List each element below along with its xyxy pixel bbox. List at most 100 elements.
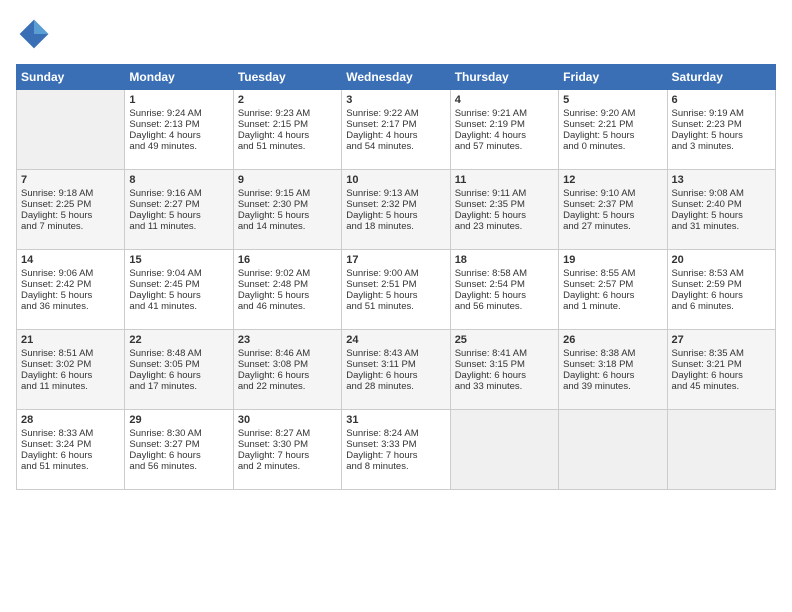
header-monday: Monday	[125, 65, 233, 90]
day-info: Sunset: 3:08 PM	[238, 359, 337, 370]
day-info: Sunrise: 8:30 AM	[129, 428, 228, 439]
day-info: Daylight: 7 hours	[346, 450, 445, 461]
day-info: Sunset: 2:15 PM	[238, 119, 337, 130]
day-number: 21	[21, 334, 120, 346]
day-info: Sunset: 2:35 PM	[455, 199, 554, 210]
calendar-cell: 7Sunrise: 9:18 AMSunset: 2:25 PMDaylight…	[17, 170, 125, 250]
calendar-cell: 19Sunrise: 8:55 AMSunset: 2:57 PMDayligh…	[559, 250, 667, 330]
day-info: and 51 minutes.	[346, 301, 445, 312]
calendar-cell: 24Sunrise: 8:43 AMSunset: 3:11 PMDayligh…	[342, 330, 450, 410]
day-info: Sunrise: 9:23 AM	[238, 108, 337, 119]
day-number: 23	[238, 334, 337, 346]
day-info: Daylight: 4 hours	[346, 130, 445, 141]
day-info: Sunset: 3:27 PM	[129, 439, 228, 450]
day-info: and 54 minutes.	[346, 141, 445, 152]
day-number: 29	[129, 414, 228, 426]
day-info: Daylight: 6 hours	[672, 290, 771, 301]
day-info: and 27 minutes.	[563, 221, 662, 232]
day-info: Daylight: 6 hours	[238, 370, 337, 381]
day-info: and 57 minutes.	[455, 141, 554, 152]
day-info: and 22 minutes.	[238, 381, 337, 392]
day-number: 11	[455, 174, 554, 186]
day-info: Sunset: 3:05 PM	[129, 359, 228, 370]
day-info: Sunrise: 8:24 AM	[346, 428, 445, 439]
day-number: 17	[346, 254, 445, 266]
page-header	[16, 16, 776, 52]
calendar-cell: 2Sunrise: 9:23 AMSunset: 2:15 PMDaylight…	[233, 90, 341, 170]
day-info: Sunrise: 9:10 AM	[563, 188, 662, 199]
day-info: and 18 minutes.	[346, 221, 445, 232]
calendar-header-row: SundayMondayTuesdayWednesdayThursdayFrid…	[17, 65, 776, 90]
day-info: Sunrise: 8:46 AM	[238, 348, 337, 359]
calendar-cell: 18Sunrise: 8:58 AMSunset: 2:54 PMDayligh…	[450, 250, 558, 330]
day-number: 6	[672, 94, 771, 106]
day-number: 10	[346, 174, 445, 186]
day-info: Daylight: 6 hours	[672, 370, 771, 381]
day-info: and 7 minutes.	[21, 221, 120, 232]
day-info: Sunset: 2:17 PM	[346, 119, 445, 130]
day-info: Daylight: 6 hours	[563, 370, 662, 381]
day-info: Sunset: 3:30 PM	[238, 439, 337, 450]
day-info: Daylight: 6 hours	[129, 450, 228, 461]
day-info: Sunset: 2:37 PM	[563, 199, 662, 210]
day-info: and 17 minutes.	[129, 381, 228, 392]
day-info: Sunset: 2:45 PM	[129, 279, 228, 290]
day-number: 24	[346, 334, 445, 346]
day-info: and 23 minutes.	[455, 221, 554, 232]
day-info: Sunset: 2:21 PM	[563, 119, 662, 130]
day-info: Sunset: 3:33 PM	[346, 439, 445, 450]
day-info: Sunrise: 9:13 AM	[346, 188, 445, 199]
day-info: Sunrise: 8:48 AM	[129, 348, 228, 359]
day-info: Daylight: 6 hours	[21, 450, 120, 461]
day-number: 19	[563, 254, 662, 266]
day-info: and 28 minutes.	[346, 381, 445, 392]
day-info: Sunset: 2:59 PM	[672, 279, 771, 290]
calendar-week-row: 28Sunrise: 8:33 AMSunset: 3:24 PMDayligh…	[17, 410, 776, 490]
calendar-cell: 15Sunrise: 9:04 AMSunset: 2:45 PMDayligh…	[125, 250, 233, 330]
day-info: Daylight: 5 hours	[238, 210, 337, 221]
day-number: 18	[455, 254, 554, 266]
calendar-cell: 5Sunrise: 9:20 AMSunset: 2:21 PMDaylight…	[559, 90, 667, 170]
day-info: Daylight: 6 hours	[21, 370, 120, 381]
day-info: Daylight: 4 hours	[129, 130, 228, 141]
calendar-cell: 4Sunrise: 9:21 AMSunset: 2:19 PMDaylight…	[450, 90, 558, 170]
calendar-cell: 1Sunrise: 9:24 AMSunset: 2:13 PMDaylight…	[125, 90, 233, 170]
day-info: Daylight: 5 hours	[129, 210, 228, 221]
day-info: and 1 minute.	[563, 301, 662, 312]
day-number: 9	[238, 174, 337, 186]
day-number: 14	[21, 254, 120, 266]
calendar-cell: 6Sunrise: 9:19 AMSunset: 2:23 PMDaylight…	[667, 90, 775, 170]
day-info: Sunrise: 8:51 AM	[21, 348, 120, 359]
day-info: Sunset: 2:57 PM	[563, 279, 662, 290]
day-info: Sunrise: 8:43 AM	[346, 348, 445, 359]
day-info: Sunrise: 9:11 AM	[455, 188, 554, 199]
day-info: Sunrise: 9:15 AM	[238, 188, 337, 199]
calendar-week-row: 7Sunrise: 9:18 AMSunset: 2:25 PMDaylight…	[17, 170, 776, 250]
day-info: Sunset: 3:24 PM	[21, 439, 120, 450]
day-info: and 2 minutes.	[238, 461, 337, 472]
calendar-cell: 27Sunrise: 8:35 AMSunset: 3:21 PMDayligh…	[667, 330, 775, 410]
logo-icon	[16, 16, 52, 52]
day-info: Daylight: 7 hours	[238, 450, 337, 461]
calendar-cell	[450, 410, 558, 490]
day-number: 28	[21, 414, 120, 426]
day-info: and 11 minutes.	[21, 381, 120, 392]
calendar-cell: 12Sunrise: 9:10 AMSunset: 2:37 PMDayligh…	[559, 170, 667, 250]
day-info: Sunset: 3:02 PM	[21, 359, 120, 370]
day-number: 3	[346, 94, 445, 106]
header-tuesday: Tuesday	[233, 65, 341, 90]
day-info: Daylight: 5 hours	[672, 210, 771, 221]
day-number: 20	[672, 254, 771, 266]
day-info: Sunset: 2:25 PM	[21, 199, 120, 210]
day-info: Daylight: 5 hours	[21, 210, 120, 221]
day-info: and 6 minutes.	[672, 301, 771, 312]
day-info: and 0 minutes.	[563, 141, 662, 152]
day-info: and 39 minutes.	[563, 381, 662, 392]
day-info: Daylight: 5 hours	[563, 210, 662, 221]
calendar-cell: 14Sunrise: 9:06 AMSunset: 2:42 PMDayligh…	[17, 250, 125, 330]
header-sunday: Sunday	[17, 65, 125, 90]
day-info: and 8 minutes.	[346, 461, 445, 472]
day-info: Sunrise: 9:06 AM	[21, 268, 120, 279]
day-info: Daylight: 5 hours	[129, 290, 228, 301]
day-info: Sunrise: 9:24 AM	[129, 108, 228, 119]
